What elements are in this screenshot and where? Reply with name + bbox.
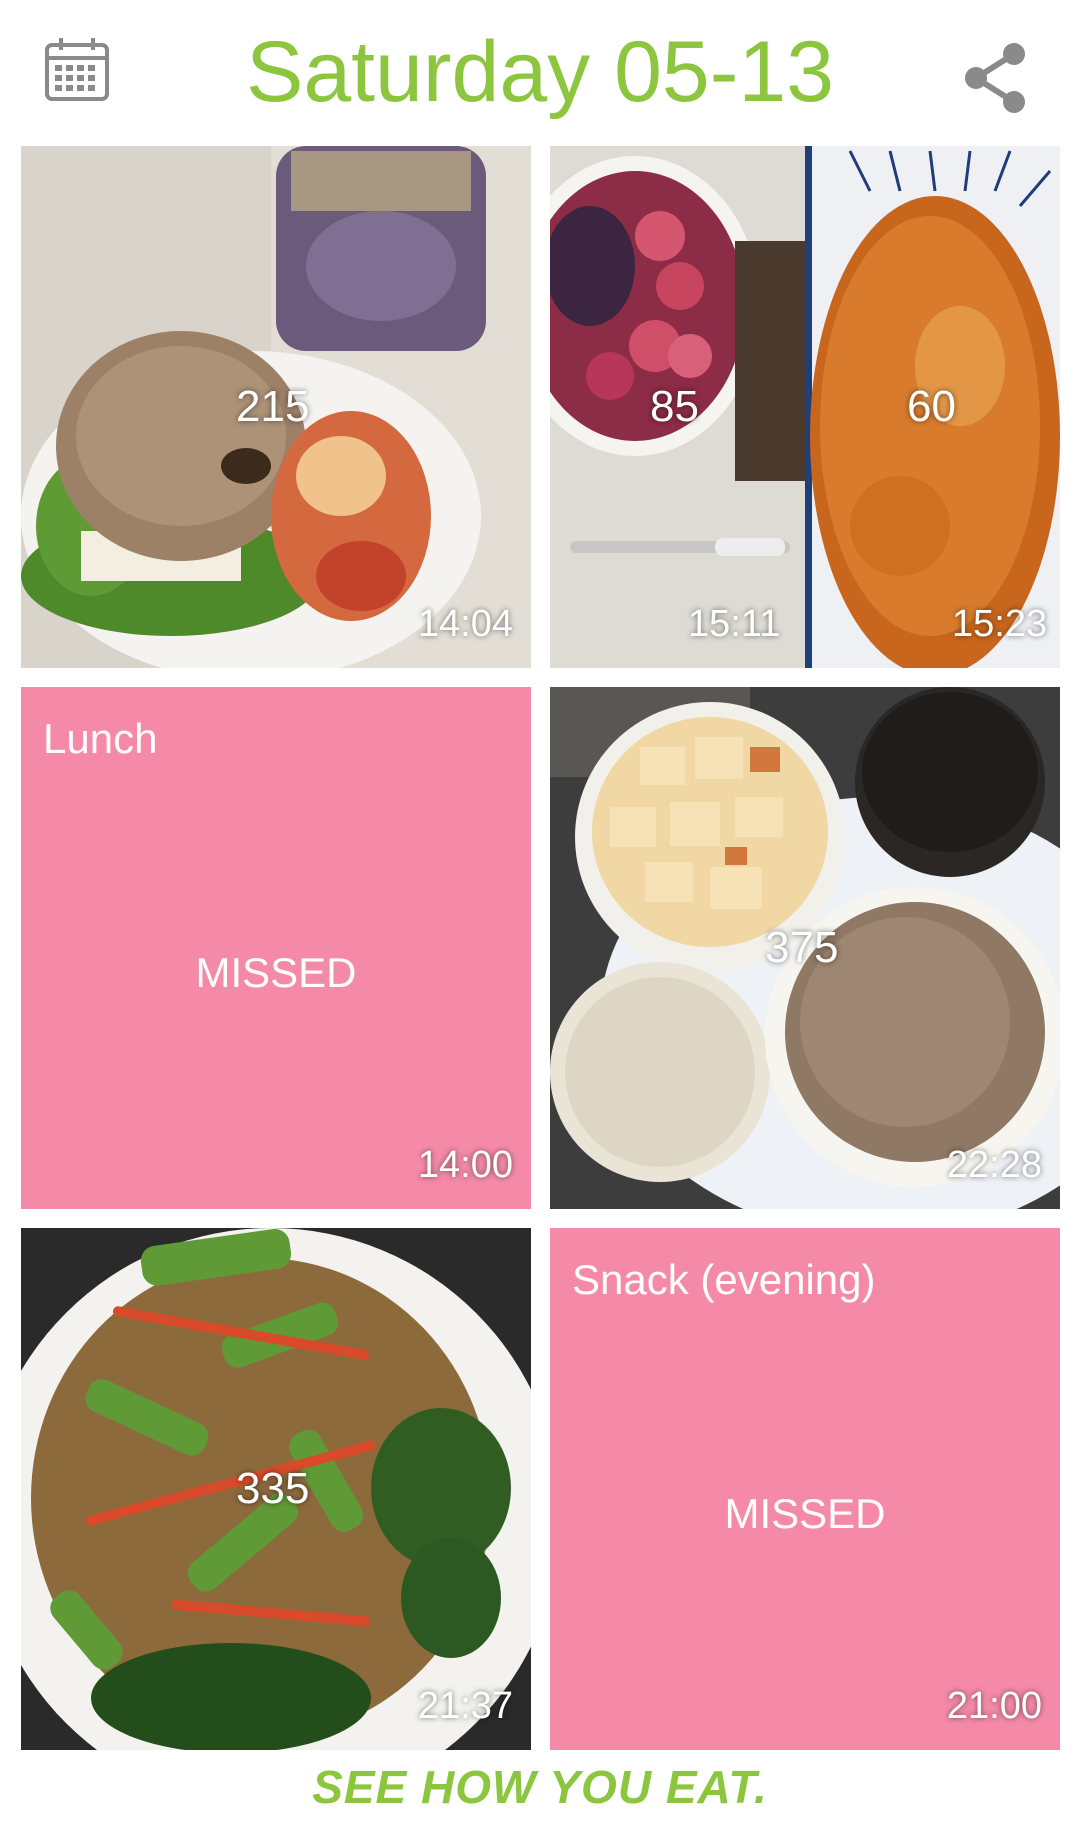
meal-tile-evening-snack-missed[interactable]: Snack (evening) MISSED 21:00 — [550, 1228, 1060, 1750]
app-header: Saturday 05-13 — [0, 0, 1080, 146]
meal-time: 15:11 — [688, 603, 781, 645]
meal-time: 21:00 — [946, 1685, 1042, 1727]
calendar-icon[interactable] — [44, 36, 110, 102]
meal-tile-burger[interactable]: 215 14:04 — [21, 146, 531, 668]
meal-label: Snack (evening) — [572, 1256, 876, 1303]
meal-time: 22:28 — [946, 1144, 1042, 1186]
meal-time: 15:23 — [952, 603, 1048, 645]
berries-applesauce-photo — [550, 146, 1060, 668]
calorie-count: 215 — [236, 382, 310, 431]
meal-tile-snack[interactable]: 85 60 15:11 15:23 — [550, 146, 1060, 668]
meal-label: Lunch — [43, 715, 158, 762]
missed-status: MISSED — [195, 949, 357, 996]
meal-time: 14:00 — [417, 1144, 513, 1186]
tagline: SEE HOW YOU EAT. — [312, 1761, 768, 1813]
page-title: Saturday 05-13 — [245, 24, 835, 120]
meal-tile-stirfry[interactable]: 335 21:37 — [21, 1228, 531, 1750]
meal-time: 21:37 — [417, 1685, 513, 1727]
meal-tile-lunch-missed[interactable]: Lunch MISSED 14:00 — [21, 687, 531, 1209]
calorie-count: 335 — [236, 1464, 310, 1513]
meal-time: 14:04 — [417, 603, 513, 645]
calorie-count: 375 — [765, 923, 839, 972]
share-icon[interactable] — [962, 40, 1030, 116]
calorie-count: 85 — [650, 382, 699, 431]
missed-status: MISSED — [724, 1490, 886, 1537]
calorie-count: 60 — [907, 382, 956, 431]
meal-tile-apples[interactable]: 375 22:28 — [550, 687, 1060, 1209]
